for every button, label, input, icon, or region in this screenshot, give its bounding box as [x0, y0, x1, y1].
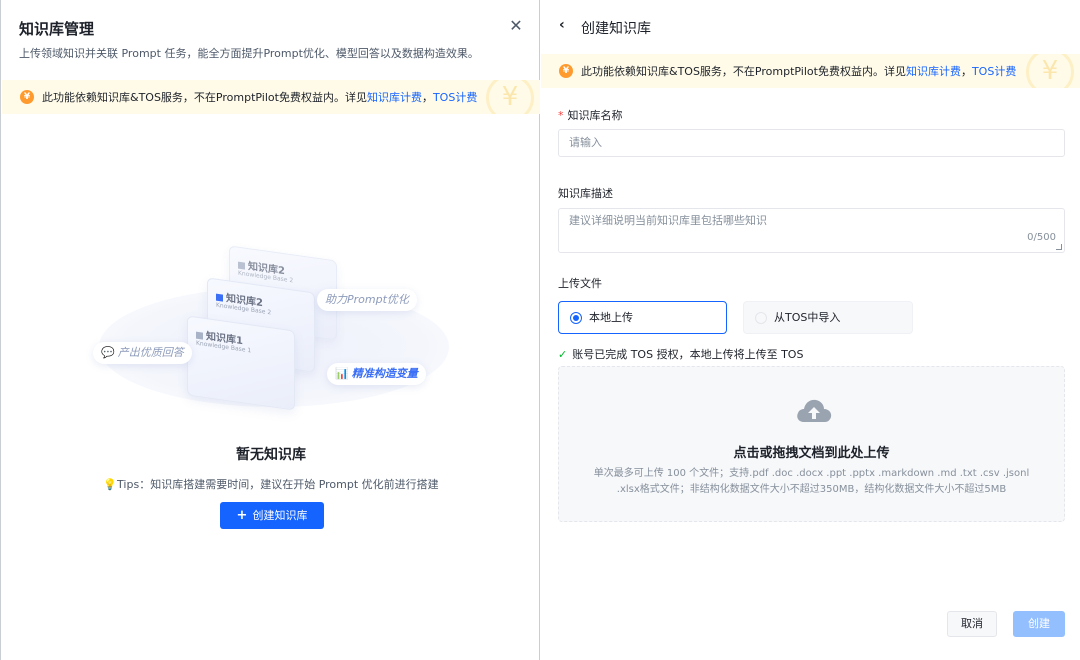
notice-text: 此功能依赖知识库&TOS服务，不在PromptPilot免费权益内。详见 — [42, 91, 367, 104]
tag-precise-variable-label: 精准构造变量 — [351, 367, 418, 380]
resize-handle-icon[interactable] — [1056, 244, 1062, 250]
tos-auth-status-text: 账号已完成 TOS 授权，本地上传将上传至 TOS — [572, 348, 804, 361]
tos-auth-status: ✓ 账号已完成 TOS 授权，本地上传将上传至 TOS — [558, 346, 803, 362]
kb-card-icon — [216, 293, 223, 302]
kb-name-label-text: 知识库名称 — [567, 109, 623, 122]
cancel-button[interactable]: 取消 — [947, 611, 997, 637]
radio-import-from-tos-label: 从TOS中导入 — [774, 311, 841, 324]
tag-quality-answer-label: 产出优质回答 — [117, 346, 184, 359]
drawer-title: 创建知识库 — [581, 21, 651, 37]
lightbulb-icon: 💡 — [103, 478, 118, 491]
kb-billing-link[interactable]: 知识库计费 — [906, 63, 961, 79]
yen-coin-icon: ¥ — [559, 64, 573, 78]
kb-description-label: 知识库描述 — [558, 187, 613, 200]
knowledge-base-management-panel: 知识库管理 ✕ 上传领域知识并关联 Prompt 任务，能全方面提升Prompt… — [0, 0, 540, 660]
radio-local-upload-label: 本地上传 — [589, 311, 633, 324]
bar-chart-icon: 📊 — [335, 367, 349, 380]
create-button-label: 创建知识库 — [252, 509, 308, 522]
kb-name-label: * 知识库名称 — [558, 107, 623, 123]
upload-dropzone[interactable]: 点击或拖拽文档到此处上传 单次最多可上传 100 个文件；支持.pdf .doc… — [558, 366, 1065, 522]
notice-separator: ， — [421, 91, 433, 104]
empty-state-illustration: 知识库2 Knowledge Base 2 知识库2 Knowledge Bas… — [91, 245, 461, 420]
radio-import-from-tos[interactable]: 从TOS中导入 — [743, 301, 913, 334]
panel-subtitle: 上传领域知识并关联 Prompt 任务，能全方面提升Prompt优化、模型回答以… — [19, 47, 479, 60]
radio-selected-icon — [570, 312, 582, 324]
tag-precise-variable: 📊 精准构造变量 — [327, 363, 426, 385]
cloud-upload-icon — [797, 399, 832, 422]
yen-watermark-icon: ¥ — [486, 80, 534, 114]
kb-card-icon — [196, 331, 203, 340]
billing-notice-banner: ¥ 此功能依赖知识库&TOS服务，不在PromptPilot免费权益内。详见 知… — [541, 54, 1080, 88]
check-icon: ✓ — [558, 348, 568, 361]
dropzone-title: 点击或拖拽文档到此处上传 — [733, 446, 890, 461]
char-counter: 0/500 — [1027, 232, 1056, 243]
kb-name-input[interactable]: 请输入 — [558, 129, 1065, 157]
plus-icon: + — [236, 508, 248, 523]
kb-description-placeholder: 建议详细说明当前知识库里包括哪些知识 — [569, 214, 767, 227]
yen-watermark-icon: ¥ — [1026, 54, 1074, 88]
chat-bubble-icon: 💬 — [101, 346, 115, 359]
kb-billing-link[interactable]: 知识库计费 — [367, 89, 422, 105]
empty-state-title: 暂无知识库 — [236, 447, 306, 463]
tips-text: 💡Tips：知识库搭建需要时间，建议在开始 Prompt 优化前进行搭建 — [1, 476, 541, 492]
create-submit-button[interactable]: 创建 — [1013, 611, 1065, 637]
chevron-left-icon[interactable]: ‹ — [559, 17, 565, 33]
create-knowledge-base-drawer: ‹ 创建知识库 ¥ 此功能依赖知识库&TOS服务，不在PromptPilot免费… — [541, 0, 1080, 660]
panel-title: 知识库管理 — [19, 20, 95, 38]
kb-card-front: 知识库1 Knowledge Base 1 — [187, 315, 295, 411]
tos-billing-link[interactable]: TOS计费 — [972, 63, 1016, 79]
close-icon[interactable]: ✕ — [507, 17, 525, 35]
tag-boost-prompt: 助力Prompt优化 — [317, 289, 417, 311]
dropzone-description: 单次最多可上传 100 个文件；支持.pdf .doc .docx .ppt .… — [593, 468, 1030, 495]
yen-coin-icon: ¥ — [20, 90, 34, 104]
tips-label: Tips：知识库搭建需要时间，建议在开始 Prompt 优化前进行搭建 — [117, 478, 439, 491]
radio-local-upload[interactable]: 本地上传 — [558, 301, 727, 334]
required-mark: * — [558, 109, 564, 122]
kb-description-textarea[interactable]: 建议详细说明当前知识库里包括哪些知识 0/500 — [558, 208, 1065, 253]
create-knowledge-base-button[interactable]: + 创建知识库 — [220, 502, 324, 529]
tos-billing-link[interactable]: TOS计费 — [433, 89, 477, 105]
notice-text: 此功能依赖知识库&TOS服务，不在PromptPilot免费权益内。详见 — [581, 65, 906, 78]
billing-notice-banner: ¥ 此功能依赖知识库&TOS服务，不在PromptPilot免费权益内。详见 知… — [2, 80, 540, 114]
upload-file-label: 上传文件 — [558, 277, 602, 290]
radio-unselected-icon — [755, 312, 767, 324]
tag-quality-answer: 💬 产出优质回答 — [93, 342, 192, 364]
notice-separator: ， — [960, 65, 972, 78]
kb-card-icon — [238, 261, 245, 270]
